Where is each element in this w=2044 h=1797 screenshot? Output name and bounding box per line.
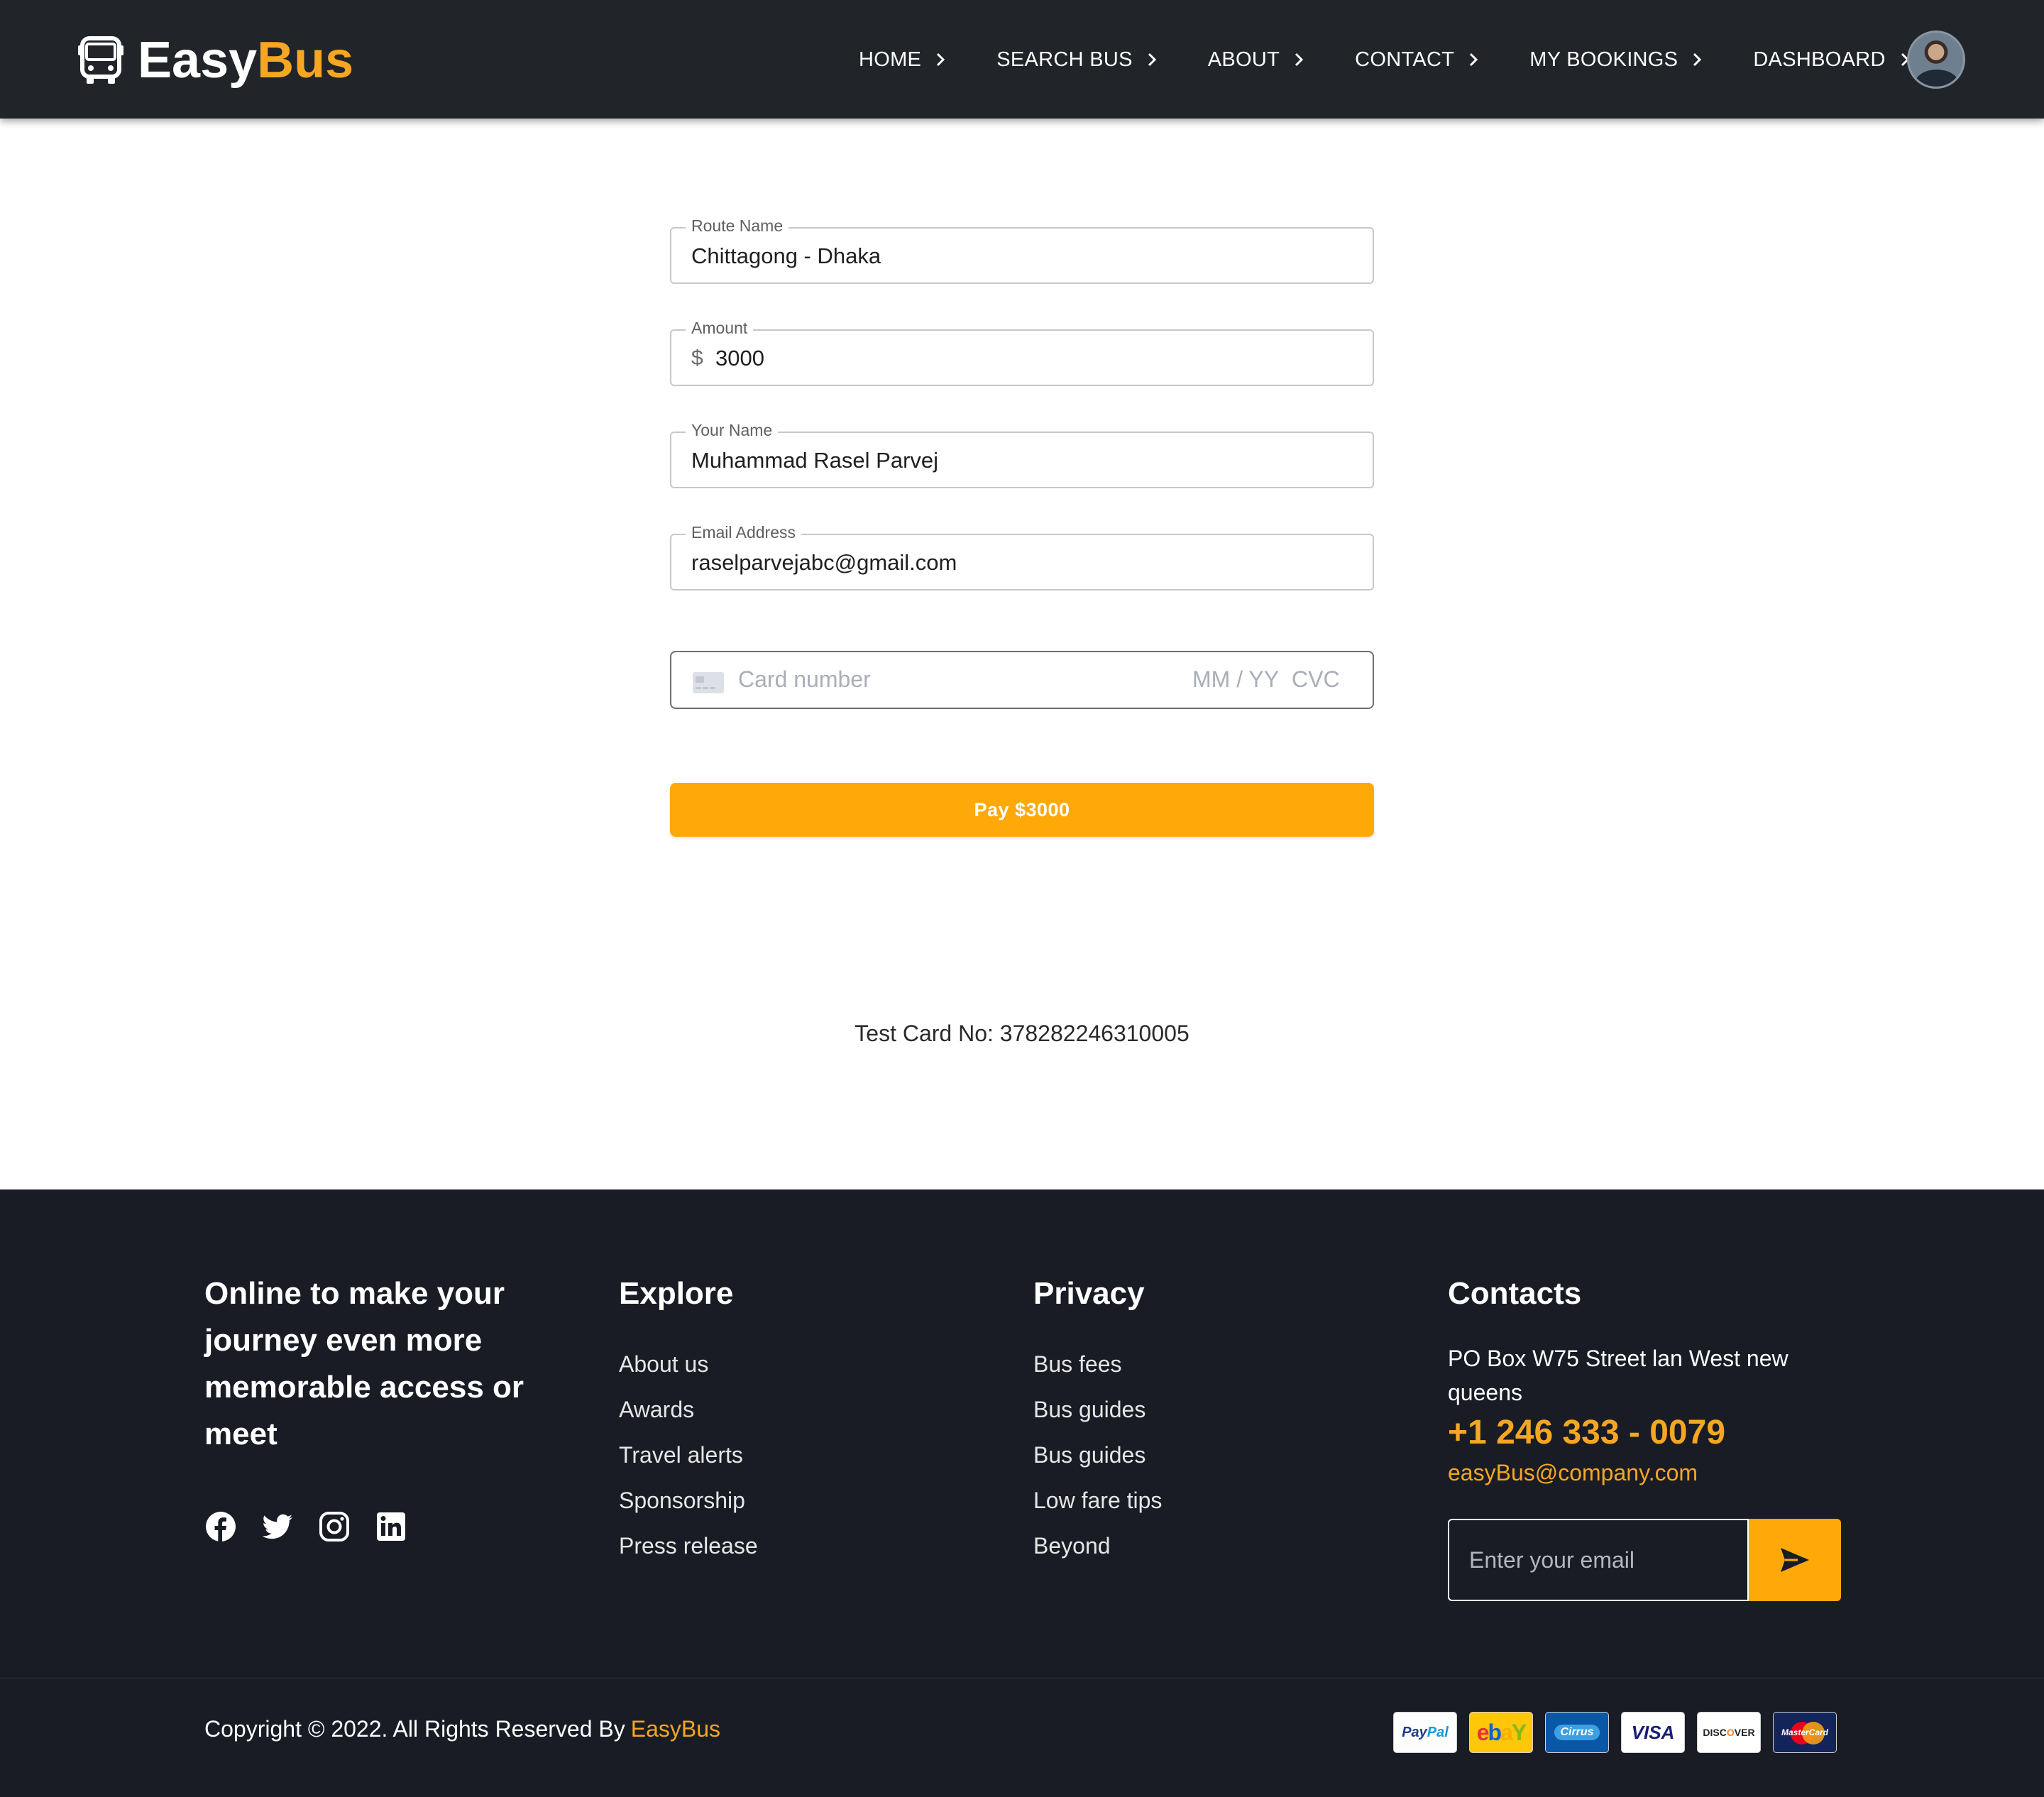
site-footer: Online to make your journey even more me… [0,1189,2044,1797]
nav-search-bus-label: SEARCH BUS [996,48,1133,71]
newsletter-form [1448,1519,1841,1601]
pay-button[interactable]: Pay $3000 [670,783,1374,837]
nav-home-label: HOME [859,48,922,71]
newsletter-email-input[interactable] [1448,1519,1749,1601]
brand-logo[interactable]: Easy Bus [78,28,353,92]
currency-prefix: $ [691,346,703,370]
email-address-field[interactable]: Email Address raselparvejabc@gmail.com [670,523,1374,590]
ebay-icon: ebaY [1469,1712,1533,1753]
route-name-value[interactable]: Chittagong - Dhaka [691,243,881,269]
chevron-right-icon [937,53,945,67]
send-icon [1781,1548,1809,1572]
nav-dashboard[interactable]: DASHBOARD [1753,48,1912,72]
amount-field[interactable]: Amount $ 3000 [670,319,1374,386]
footer-tagline: Online to make your journey even more me… [204,1270,559,1458]
route-name-field[interactable]: Route Name Chittagong - Dhaka [670,216,1374,284]
copyright-brand-link[interactable]: EasyBus [631,1716,720,1742]
privacy-title: Privacy [1033,1276,1145,1311]
privacy-link-bus-guides-2[interactable]: Bus guides [1033,1432,1162,1478]
facebook-icon[interactable] [204,1510,237,1543]
navbar: Easy Bus HOME SEARCH BUS ABOUT CONTACT MY… [0,0,2044,119]
email-address-label: Email Address [686,523,802,542]
paypal-icon: Pay Pal [1393,1712,1457,1753]
nav-contact[interactable]: CONTACT [1355,48,1481,72]
privacy-link-beyond[interactable]: Beyond [1033,1523,1162,1568]
nav-search-bus[interactable]: SEARCH BUS [996,48,1160,72]
twitter-icon[interactable] [261,1510,294,1543]
privacy-link-bus-guides[interactable]: Bus guides [1033,1387,1162,1432]
explore-link-travel-alerts[interactable]: Travel alerts [619,1432,758,1478]
chevron-right-icon [1693,53,1702,67]
footer-contacts: Contacts PO Box W75 Street lan West new … [1448,1270,1845,1490]
privacy-link-bus-fees[interactable]: Bus fees [1033,1341,1162,1387]
card-expiry-input[interactable]: MM / YY [1192,666,1279,693]
email-address-value[interactable]: raselparvejabc@gmail.com [691,550,957,576]
explore-link-sponsorship[interactable]: Sponsorship [619,1478,758,1523]
nav-about-label: ABOUT [1207,48,1280,71]
newsletter-submit-button[interactable] [1749,1519,1841,1601]
credit-card-icon [693,672,724,693]
visa-icon: VISA [1621,1712,1685,1753]
nav-about[interactable]: ABOUT [1208,48,1307,72]
cirrus-icon: Cirrus [1545,1712,1609,1753]
chevron-right-icon [1295,53,1304,67]
nav-my-bookings[interactable]: MY BOOKINGS [1529,48,1705,72]
avatar-shoulders [1915,70,1959,87]
instagram-icon[interactable] [318,1510,351,1543]
card-element[interactable]: Card number MM / YY CVC [670,651,1374,709]
test-card-note: Test Card No: 378282246310005 [855,1021,1189,1046]
mastercard-icon: MasterCard [1773,1712,1837,1753]
contacts-title: Contacts [1448,1276,1582,1311]
card-number-input[interactable]: Card number [738,666,871,693]
footer-tagline-text: Online to make your journey even more me… [204,1276,524,1451]
social-links [204,1510,432,1543]
nav-contact-label: CONTACT [1355,48,1455,71]
user-avatar[interactable] [1907,31,1965,89]
your-name-field[interactable]: Your Name Muhammad Rasel Parvej [670,421,1374,488]
nav-dashboard-label: DASHBOARD [1753,48,1886,71]
brand-name-accent: Bus [257,32,354,89]
explore-links: About us Awards Travel alerts Sponsorshi… [619,1341,758,1568]
nav-my-bookings-label: MY BOOKINGS [1529,48,1678,71]
footer-privacy: Privacy Bus fees Bus guides Bus guides L… [1033,1270,1162,1568]
privacy-link-low-fare-tips[interactable]: Low fare tips [1033,1478,1162,1523]
explore-link-awards[interactable]: Awards [619,1387,758,1432]
card-cvc-input[interactable]: CVC [1292,666,1340,693]
privacy-links: Bus fees Bus guides Bus guides Low fare … [1033,1341,1162,1568]
your-name-value[interactable]: Muhammad Rasel Parvej [691,448,938,473]
discover-icon: DISC O VER [1697,1712,1761,1753]
payment-methods: Pay Pal ebaY Cirrus VISA DISC O VER MasterC… [1393,1712,1837,1753]
route-name-label: Route Name [686,216,789,236]
contact-email[interactable]: easyBus@company.com [1448,1455,1845,1490]
amount-value[interactable]: 3000 [715,346,764,371]
chevron-right-icon [1470,53,1478,67]
copyright-text: Copyright © 2022. All Rights Reserved By [204,1716,625,1742]
contact-phone[interactable]: +1 246 333 - 0079 [1448,1411,1845,1455]
footer-explore: Explore About us Awards Travel alerts Sp… [619,1270,758,1568]
linkedin-icon[interactable] [375,1510,407,1543]
chevron-right-icon [1148,53,1156,67]
your-name-label: Your Name [686,421,779,440]
contact-address: PO Box W75 Street lan West new queens [1448,1346,1788,1405]
main-nav: HOME SEARCH BUS ABOUT CONTACT MY BOOKING… [859,40,1961,79]
nav-home[interactable]: HOME [859,48,948,72]
explore-link-press-release[interactable]: Press release [619,1523,758,1568]
copyright: Copyright © 2022. All Rights Reserved By… [204,1716,720,1742]
explore-link-about-us[interactable]: About us [619,1341,758,1387]
amount-label: Amount [686,319,754,338]
explore-title: Explore [619,1276,734,1311]
bus-icon [78,36,123,84]
brand-name-primary: Easy [138,32,258,89]
